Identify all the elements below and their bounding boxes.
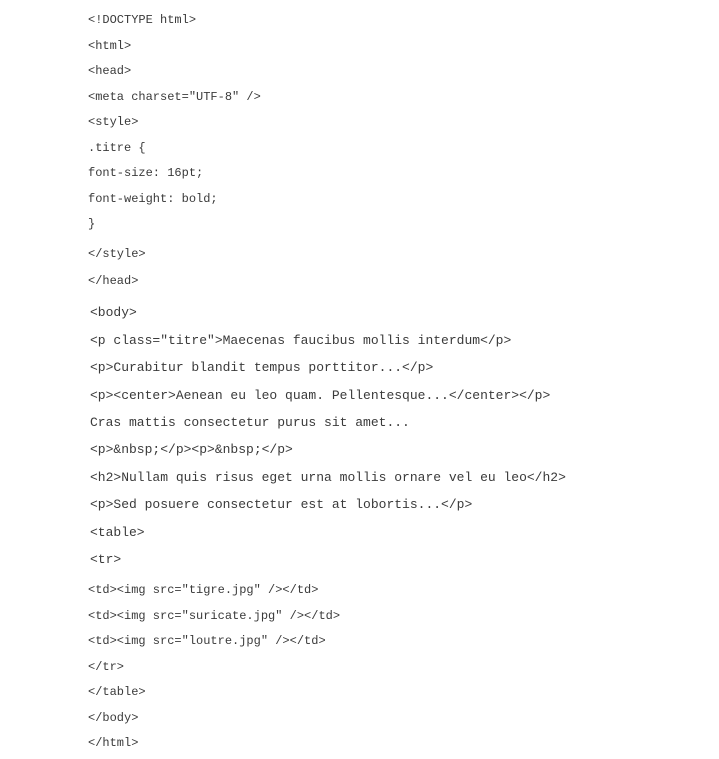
code-line-html-open: <html> [88,39,132,53]
code-line-style-open: <style> [88,115,139,129]
code-line-body-open: <body> [90,305,137,320]
code-line-body-close: </body> [88,711,139,725]
code-line-meta-charset: <meta charset="UTF-8" /> [88,90,261,104]
code-line-cras-text: Cras mattis consectetur purus sit amet..… [90,415,410,430]
code-line-doctype: <!DOCTYPE html> [88,13,197,27]
code-line-titre-paragraph: <p class="titre">Maecenas faucibus molli… [90,333,512,348]
code-line-tr-close: </tr> [88,660,125,674]
code-line-font-size: font-size: 16pt; [88,166,204,180]
code-line-center-paragraph: <p><center>Aenean eu leo quam. Pellentes… [90,388,551,403]
code-line-tr-open: <tr> [90,552,122,567]
code-line-table-open: <table> [90,525,145,540]
code-line-font-weight: font-weight: bold; [88,192,218,206]
code-listing: <!DOCTYPE html> <html> <head> <meta char… [0,0,719,759]
code-line-head-open: <head> [88,64,132,78]
code-line-titre-selector: .titre { [88,141,146,155]
code-line-sed-paragraph: <p>Sed posuere consectetur est at lobort… [90,497,473,512]
code-line-rule-close: } [88,217,96,231]
code-line-html-close: </html> [88,736,139,750]
code-line-curabitur-paragraph: <p>Curabitur blandit tempus porttitor...… [90,360,434,375]
code-line-td-loutre: <td><img src="loutre.jpg" /></td> [88,634,326,648]
code-line-head-close: </head> [88,274,139,288]
code-line-td-suricate: <td><img src="suricate.jpg" /></td> [88,609,341,623]
code-line-h2-heading: <h2>Nullam quis risus eget urna mollis o… [90,470,566,485]
code-line-td-tigre: <td><img src="tigre.jpg" /></td> [88,583,319,597]
code-line-nbsp-paragraphs: <p>&nbsp;</p><p>&nbsp;</p> [90,442,293,457]
code-line-style-close: </style> [88,247,146,261]
code-line-table-close: </table> [88,685,146,699]
